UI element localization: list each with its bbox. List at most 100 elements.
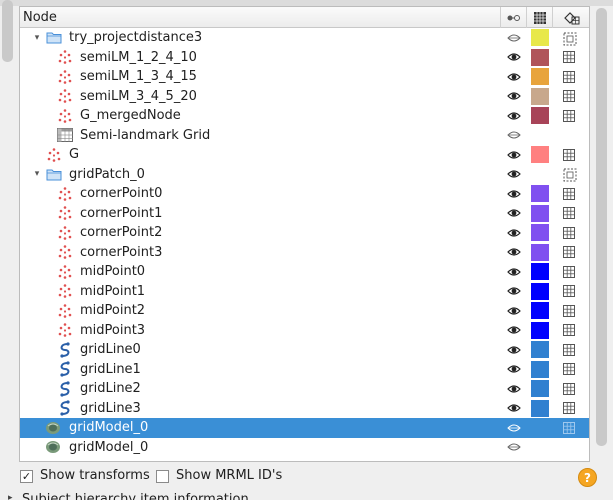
transform-grid-icon[interactable]: [563, 226, 575, 239]
header-node-column[interactable]: Node: [20, 7, 501, 28]
transform-grid-icon[interactable]: [563, 363, 575, 376]
tree-row-gridline3[interactable]: gridLine3: [20, 399, 589, 419]
eye-icon[interactable]: [504, 344, 524, 356]
transform-dotted-icon[interactable]: [563, 32, 577, 46]
eye-hidden-icon[interactable]: [504, 441, 524, 453]
header-color-column[interactable]: [527, 7, 553, 28]
eye-icon[interactable]: [504, 207, 524, 219]
color-swatch[interactable]: [531, 204, 549, 222]
eye-icon[interactable]: [504, 71, 524, 83]
eye-hidden-icon[interactable]: [504, 422, 524, 434]
eye-icon[interactable]: [504, 285, 524, 297]
tree-row-gridpatch-0[interactable]: ▾ gridPatch_0: [20, 165, 589, 185]
color-swatch[interactable]: [531, 185, 549, 203]
transform-grid-icon[interactable]: [563, 109, 575, 122]
eye-icon[interactable]: [504, 266, 524, 278]
tree-row-g[interactable]: G: [20, 145, 589, 165]
eye-icon[interactable]: [504, 168, 524, 180]
collapse-arrow-icon[interactable]: ▸: [8, 493, 13, 500]
tree-row-gridline0[interactable]: gridLine0: [20, 340, 589, 360]
eye-hidden-icon[interactable]: [504, 32, 524, 44]
transform-grid-icon[interactable]: [563, 90, 575, 103]
expand-arrow-icon[interactable]: ▾: [32, 33, 42, 43]
show-transforms-label[interactable]: Show transforms: [40, 468, 150, 483]
markups-point-icon: [56, 244, 74, 260]
expand-arrow-icon[interactable]: ▾: [32, 169, 42, 179]
tree-row-cornerpoint1[interactable]: cornerPoint1: [20, 204, 589, 224]
transform-dotted-icon[interactable]: [563, 168, 577, 182]
eye-icon[interactable]: [504, 363, 524, 375]
color-swatch[interactable]: [531, 360, 549, 378]
transform-grid-icon[interactable]: [563, 70, 575, 83]
color-swatch[interactable]: [531, 243, 549, 261]
color-swatch[interactable]: [531, 87, 549, 105]
transform-grid-icon[interactable]: [563, 402, 575, 415]
tree-row-midpoint1[interactable]: midPoint1: [20, 282, 589, 302]
tree-row-semi-landmark-grid[interactable]: Semi-landmark Grid: [20, 126, 589, 146]
tree-row-try-projectdistance3[interactable]: ▾ try_projectdistance3: [20, 28, 589, 48]
eye-icon[interactable]: [504, 305, 524, 317]
transform-grid-icon[interactable]: [563, 382, 575, 395]
transform-grid-icon[interactable]: [563, 148, 575, 161]
eye-icon[interactable]: [504, 188, 524, 200]
tree-scrollbar-thumb[interactable]: [596, 8, 607, 446]
color-swatch[interactable]: [531, 263, 549, 281]
tree-row-semilm-1-2-4-10[interactable]: semiLM_1_2_4_10: [20, 48, 589, 68]
transform-grid-icon[interactable]: [563, 51, 575, 64]
help-icon[interactable]: ?: [578, 468, 597, 487]
color-swatch[interactable]: [531, 302, 549, 320]
tree-row-cornerpoint0[interactable]: cornerPoint0: [20, 184, 589, 204]
transform-grid-icon[interactable]: [563, 246, 575, 259]
color-swatch[interactable]: [531, 29, 549, 47]
header-visibility-column[interactable]: [501, 7, 527, 28]
show-transforms-checkbox[interactable]: ✓: [20, 470, 33, 483]
tree-row-midpoint2[interactable]: midPoint2: [20, 301, 589, 321]
tree-row-g-mergednode[interactable]: G_mergedNode: [20, 106, 589, 126]
transform-grid-icon[interactable]: [563, 304, 575, 317]
tree-row-gridmodel-0[interactable]: gridModel_0: [20, 438, 589, 458]
color-swatch[interactable]: [531, 224, 549, 242]
eye-icon[interactable]: [504, 51, 524, 63]
transform-grid-icon[interactable]: [563, 207, 575, 220]
transform-grid-icon[interactable]: [563, 421, 575, 434]
eye-icon[interactable]: [504, 149, 524, 161]
outer-scrollbar-thumb[interactable]: [2, 0, 13, 62]
node-tree[interactable]: Node ▾ try_projectdistance3 semiLM_1_2_4_1…: [19, 6, 590, 462]
tree-row-gridmodel-0[interactable]: gridModel_0: [20, 418, 589, 438]
transform-grid-icon[interactable]: [563, 265, 575, 278]
show-mrml-ids-label[interactable]: Show MRML ID's: [176, 468, 282, 483]
tree-row-gridline1[interactable]: gridLine1: [20, 360, 589, 380]
tree-scrollbar[interactable]: [591, 6, 613, 462]
subject-hierarchy-info-section[interactable]: Subject hierarchy item information: [22, 492, 249, 500]
eye-icon[interactable]: [504, 110, 524, 122]
color-swatch[interactable]: [531, 68, 549, 86]
color-swatch[interactable]: [531, 380, 549, 398]
eye-icon[interactable]: [504, 246, 524, 258]
transform-grid-icon[interactable]: [563, 187, 575, 200]
color-swatch[interactable]: [531, 282, 549, 300]
tree-row-semilm-3-4-5-20[interactable]: semiLM_3_4_5_20: [20, 87, 589, 107]
eye-icon[interactable]: [504, 90, 524, 102]
tree-row-cornerpoint3[interactable]: cornerPoint3: [20, 243, 589, 263]
tree-row-midpoint0[interactable]: midPoint0: [20, 262, 589, 282]
eye-icon[interactable]: [504, 324, 524, 336]
color-swatch[interactable]: [531, 48, 549, 66]
color-swatch[interactable]: [531, 399, 549, 417]
show-mrml-ids-checkbox[interactable]: [156, 470, 169, 483]
tree-row-midpoint3[interactable]: midPoint3: [20, 321, 589, 341]
transform-grid-icon[interactable]: [563, 285, 575, 298]
color-swatch[interactable]: [531, 341, 549, 359]
header-transform-column[interactable]: [553, 7, 589, 28]
eye-icon[interactable]: [504, 383, 524, 395]
transform-grid-icon[interactable]: [563, 324, 575, 337]
tree-row-semilm-1-3-4-15[interactable]: semiLM_1_3_4_15: [20, 67, 589, 87]
tree-row-cornerpoint2[interactable]: cornerPoint2: [20, 223, 589, 243]
eye-icon[interactable]: [504, 227, 524, 239]
tree-row-gridline2[interactable]: gridLine2: [20, 379, 589, 399]
color-swatch[interactable]: [531, 321, 549, 339]
eye-icon[interactable]: [504, 402, 524, 414]
color-swatch[interactable]: [531, 146, 549, 164]
transform-grid-icon[interactable]: [563, 343, 575, 356]
eye-hidden-icon[interactable]: [504, 129, 524, 141]
color-swatch[interactable]: [531, 107, 549, 125]
